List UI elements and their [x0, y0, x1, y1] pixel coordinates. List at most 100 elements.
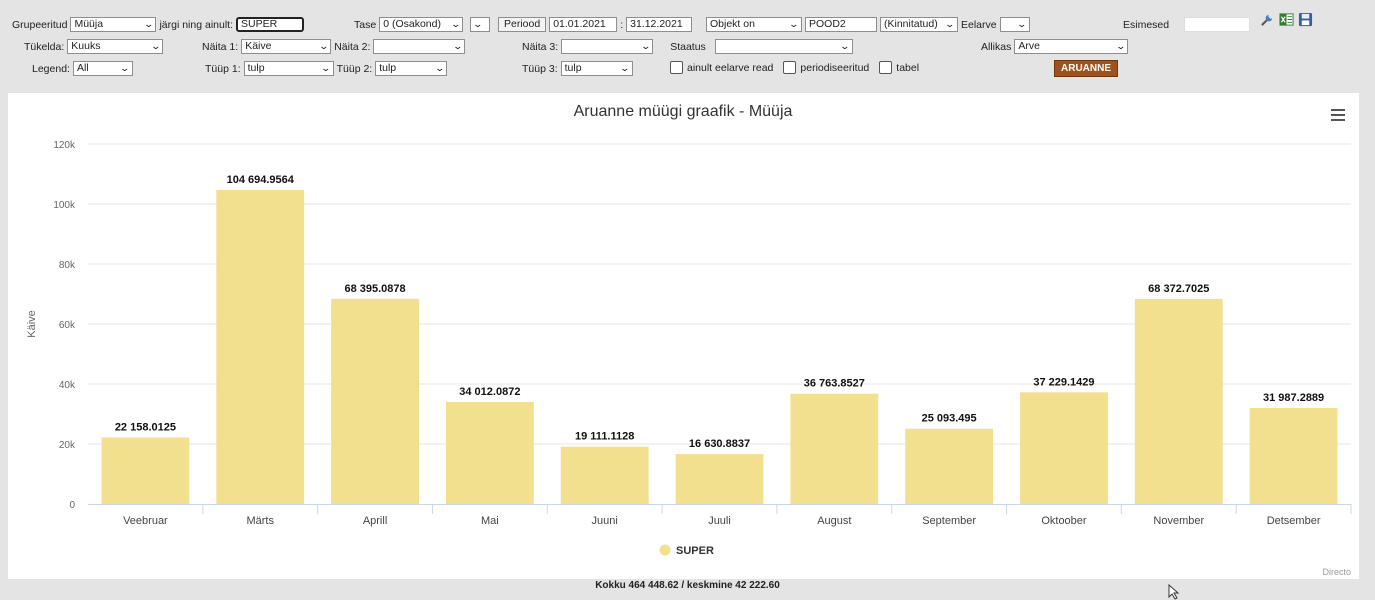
bar — [101, 437, 190, 504]
aruanne-button[interactable]: ARUANNE — [1054, 60, 1118, 77]
kinnitatud-select[interactable]: (Kinnitatud) ⌄ — [880, 17, 958, 32]
chevron-down-icon: ⌄ — [944, 19, 956, 29]
legend-marker — [659, 544, 671, 556]
periood-type-select[interactable]: ⌄ — [470, 17, 491, 32]
tase-value: 0 (Osakond) — [383, 18, 441, 30]
budget-rows-checkbox[interactable] — [670, 61, 683, 74]
chevron-down-icon: ⌄ — [619, 63, 631, 73]
tukelda-select[interactable]: Kuuks ⌄ — [67, 39, 164, 54]
x-tick-label: August — [817, 515, 851, 527]
tukelda-label: Tükelda: — [24, 40, 65, 53]
esimesed-field: Esimesed — [1123, 17, 1251, 32]
y-tick-label: 20k — [59, 440, 76, 451]
periodized-checkbox[interactable] — [783, 61, 797, 74]
chevron-down-icon: ⌄ — [318, 41, 329, 51]
staatus-select[interactable]: ⌄ — [714, 39, 853, 54]
x-tick-label: Oktoober — [1041, 515, 1087, 527]
grupeeritud-value: Müüja — [74, 18, 104, 30]
menu-line — [1331, 109, 1345, 111]
legend-field: Legend: All ⌄ — [32, 61, 133, 76]
legend-select[interactable]: All ⌄ — [72, 61, 133, 76]
x-tick-label: Veebruar — [123, 515, 168, 527]
chart-title: Aruanne müügi graafik - Müüja — [574, 103, 793, 120]
table-checkbox[interactable] — [879, 61, 893, 74]
data-label: 22 158.0125 — [115, 422, 176, 434]
tyyp3-value: tulp — [564, 62, 582, 74]
allikas-select[interactable]: Arve ⌄ — [1014, 39, 1129, 54]
data-label: 36 763.8527 — [804, 378, 865, 390]
data-label: 68 372.7025 — [1148, 283, 1209, 295]
tyyp3-select[interactable]: tulp ⌄ — [560, 61, 633, 76]
naita3-label: Näita 3: — [522, 40, 559, 53]
eelarve-label: Eelarve — [961, 18, 997, 31]
grupeeritud-select[interactable]: Müüja ⌄ — [70, 17, 157, 32]
save-icon[interactable] — [1298, 12, 1313, 27]
bar — [445, 401, 534, 504]
tyyp1-select[interactable]: tulp ⌄ — [243, 61, 334, 76]
tyyp2-select[interactable]: tulp ⌄ — [375, 61, 448, 76]
kinnitatud-field: (Kinnitatud) ⌄ Eelarve ⌄ — [880, 17, 1030, 32]
data-label: 104 694.9564 — [227, 174, 295, 186]
bar — [1134, 298, 1223, 504]
periood-button[interactable]: Periood — [498, 17, 547, 32]
tyyp3-label: Tüüp 3: — [522, 62, 558, 75]
allikas-label: Allikas — [981, 40, 1012, 53]
excel-icon[interactable] — [1279, 12, 1294, 27]
legend-item-super: SUPER — [676, 545, 714, 557]
table-label: tabel — [896, 61, 920, 74]
legend-value: All — [76, 62, 89, 74]
bar-chart: Aruanne müügi graafik - Müüja 0 20k 40k 60k 8… — [26, 103, 1352, 577]
chevron-down-icon: ⌄ — [640, 41, 651, 51]
legend-label: Legend: — [32, 62, 70, 75]
x-tick-label: Detsember — [1267, 515, 1321, 527]
periood-start-input[interactable]: 01.01.2021 — [549, 17, 618, 32]
staatus-label: Staatus — [670, 40, 706, 53]
x-tick-label: September — [922, 515, 976, 527]
x-tick-label: Aprill — [363, 515, 387, 527]
tyyp2-value: tulp — [379, 62, 397, 74]
eelarve-select[interactable]: ⌄ — [999, 17, 1030, 32]
x-tick-label: Juuli — [708, 515, 731, 527]
jargi-ainult-input[interactable]: SUPER — [236, 17, 304, 32]
data-label: 25 093.495 — [922, 413, 977, 425]
chevron-down-icon: ⌄ — [143, 19, 154, 29]
naita1-select[interactable]: Käive ⌄ — [241, 39, 332, 54]
chart-menu-button[interactable] — [1331, 109, 1345, 124]
chart-credit: Directo — [1322, 567, 1351, 577]
jargi-ainult-label: järgi ning ainult: — [159, 18, 233, 31]
chart-panel: Aruanne müügi graafik - Müüja 0 20k 40k 60k 8… — [8, 93, 1359, 579]
data-label: 31 987.2889 — [1263, 392, 1324, 404]
data-label: 34 012.0872 — [459, 386, 520, 398]
objekt-input[interactable]: POOD2 — [805, 17, 877, 32]
tyyp3-field: Tüüp 3: tulp ⌄ — [522, 61, 633, 76]
bar — [331, 298, 419, 504]
naita3-select[interactable]: ⌄ — [561, 39, 654, 54]
grupeeritud-label: Grupeeritud — [12, 18, 68, 31]
tyyp1-label: Tüüp 1: — [205, 62, 241, 75]
wrench-icon[interactable] — [1260, 12, 1275, 27]
periood-field: Periood 01.01.2021 : 31.12.2021 — [498, 17, 693, 32]
bar — [675, 454, 764, 504]
y-axis-label: Käive — [26, 310, 38, 338]
data-label: 16 630.8837 — [689, 438, 750, 450]
bar — [1020, 392, 1108, 504]
esimesed-input[interactable] — [1184, 17, 1251, 32]
naita2-select[interactable]: ⌄ — [373, 39, 466, 54]
periood-separator: : — [620, 18, 624, 31]
bar — [1249, 408, 1338, 504]
objekt-select[interactable]: Objekt on ⌄ — [706, 17, 802, 32]
x-tick-label: November — [1153, 515, 1204, 527]
kinnitatud-value: (Kinnitatud) — [884, 18, 938, 30]
periood-end-input[interactable]: 31.12.2021 — [626, 17, 693, 32]
naita2-label: Näita 2: — [334, 40, 371, 53]
y-tick-label: 40k — [59, 380, 76, 391]
tyyp1-value: tulp — [247, 62, 265, 74]
naita1-value: Käive — [245, 40, 272, 52]
tase-select[interactable]: 0 (Osakond) ⌄ — [379, 17, 464, 32]
bar — [905, 428, 994, 504]
budget-rows-label: ainult eelarve read — [687, 61, 774, 74]
objekt-field: Objekt on ⌄ POOD2 — [706, 17, 877, 32]
data-label: 68 395.0878 — [344, 283, 405, 295]
chevron-down-icon: ⌄ — [452, 41, 463, 51]
chevron-down-icon: ⌄ — [320, 63, 332, 73]
